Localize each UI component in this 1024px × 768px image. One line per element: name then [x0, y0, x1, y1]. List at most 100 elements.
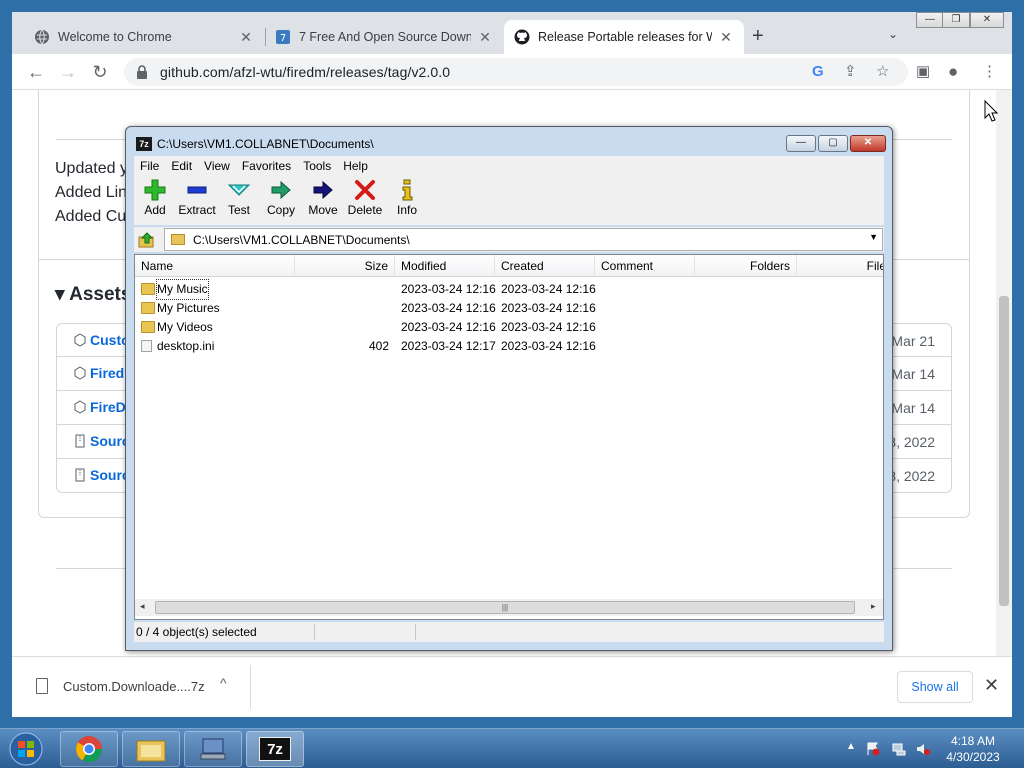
chrome-close-button[interactable]: ✕	[970, 12, 1004, 28]
browser-toolbar: ← → ↻ github.com/afzl-wtu/firedm/release…	[12, 54, 1012, 90]
forward-button[interactable]: →	[56, 60, 80, 84]
download-bar-close-icon[interactable]: ✕	[984, 675, 999, 696]
copy-label: Copy	[266, 203, 295, 217]
test-button[interactable]: Test	[216, 179, 262, 223]
chrome-menu-icon[interactable]: ⋮	[982, 64, 997, 80]
table-row[interactable]: My Videos 2023-03-24 12:16 2023-03-24 12…	[135, 318, 883, 337]
new-tab-button[interactable]: +	[752, 26, 764, 46]
column-folders[interactable]: Folders	[695, 255, 797, 277]
folder-icon	[141, 302, 155, 314]
bookmark-star-icon[interactable]: ☆	[876, 64, 889, 80]
menu-favorites[interactable]: Favorites	[236, 159, 297, 173]
file-list[interactable]: Name Size Modified Created Comment Folde…	[134, 254, 884, 620]
download-options-chevron-icon[interactable]: ^	[220, 675, 227, 691]
minimize-button[interactable]: —	[786, 135, 816, 152]
tab-search-icon[interactable]: ⌄	[888, 27, 898, 41]
scroll-left-icon[interactable]: ◂	[140, 601, 145, 612]
asset-link[interactable]: Sourc	[73, 433, 130, 449]
package-icon	[73, 333, 87, 347]
page-scrollbar[interactable]	[996, 90, 1012, 656]
download-item[interactable]: Custom.Downloade....7z	[63, 679, 205, 694]
column-files[interactable]: File	[797, 255, 883, 277]
release-note-line: Updated y	[55, 160, 128, 177]
assets-toggle-icon: ▾	[55, 284, 65, 305]
show-all-button[interactable]: Show all	[897, 671, 973, 703]
up-folder-icon[interactable]	[138, 231, 156, 249]
chrome-maximize-button[interactable]: ❐	[942, 12, 970, 28]
download-bar: Custom.Downloade....7z ^ Show all ✕	[12, 656, 1012, 717]
column-comment[interactable]: Comment	[595, 255, 695, 277]
tab-github-release[interactable]: Release Portable releases for Wi… ✕	[504, 20, 744, 54]
tab-close-icon[interactable]: ✕	[238, 29, 254, 46]
menu-edit[interactable]: Edit	[165, 159, 198, 173]
file-created: 2023-03-24 12:16	[501, 339, 596, 353]
delete-button[interactable]: Delete	[342, 179, 388, 223]
show-hidden-icons-icon[interactable]: ▲	[846, 741, 856, 752]
close-button[interactable]: ✕	[850, 135, 886, 152]
tab-close-icon[interactable]: ✕	[718, 29, 734, 46]
back-button[interactable]: ←	[24, 60, 48, 84]
taskbar-chrome[interactable]	[60, 731, 118, 767]
network-icon[interactable]	[892, 742, 906, 756]
menu-view[interactable]: View	[198, 159, 236, 173]
scrollbar-thumb[interactable]: |||	[155, 601, 855, 614]
taskbar-explorer[interactable]	[122, 731, 180, 767]
menu-file[interactable]: File	[134, 159, 165, 173]
start-button[interactable]	[6, 731, 46, 767]
move-button[interactable]: Move	[300, 179, 346, 223]
maximize-button[interactable]: ▢	[818, 135, 848, 152]
file-name: My Pictures	[157, 301, 220, 315]
status-text: 0 / 4 object(s) selected	[136, 625, 257, 639]
share-icon[interactable]: ⇪	[844, 64, 857, 80]
zip-file-icon	[73, 468, 87, 482]
taskbar: 7z ▲ 4:18 AM 4/30/2023	[0, 728, 1024, 768]
assets-heading[interactable]: ▾ Assets	[55, 283, 131, 306]
column-size[interactable]: Size	[295, 255, 395, 277]
add-button[interactable]: Add	[132, 179, 178, 223]
info-button[interactable]: Info	[384, 179, 430, 223]
table-row[interactable]: desktop.ini 402 2023-03-24 12:17 2023-03…	[135, 337, 883, 356]
address-bar[interactable]: github.com/afzl-wtu/firedm/releases/tag/…	[124, 58, 908, 86]
taskbar-7zip[interactable]: 7z	[246, 731, 304, 767]
taskbar-network-app[interactable]	[184, 731, 242, 767]
path-combobox[interactable]: C:\Users\VM1.COLLABNET\Documents\ ▼	[164, 228, 883, 251]
file-modified: 2023-03-24 12:16	[401, 320, 496, 334]
asset-link[interactable]: Sourc	[73, 467, 130, 483]
chrome-minimize-button[interactable]: —	[916, 12, 944, 28]
delete-label: Delete	[347, 203, 383, 217]
menu-tools[interactable]: Tools	[297, 159, 337, 173]
table-row[interactable]: My Music 2023-03-24 12:16 2023-03-24 12:…	[135, 279, 883, 300]
asset-link[interactable]: Custo	[73, 332, 130, 348]
volume-muted-icon[interactable]	[916, 742, 930, 756]
scrollbar-thumb[interactable]	[999, 296, 1009, 606]
horizontal-scrollbar[interactable]: ◂ ||| ▸	[135, 599, 883, 616]
release-note-line: Added Cu	[55, 208, 127, 225]
file-icon	[36, 678, 48, 694]
copy-button[interactable]: Copy	[258, 179, 304, 223]
clock-time: 4:18 AM	[950, 734, 996, 748]
file-size	[295, 280, 389, 299]
svg-text:7: 7	[280, 33, 286, 44]
package-icon	[73, 400, 87, 414]
asset-link[interactable]: Firedn	[73, 365, 133, 381]
extract-button[interactable]: Extract	[174, 179, 220, 223]
table-row[interactable]: My Pictures 2023-03-24 12:16 2023-03-24 …	[135, 299, 883, 318]
action-center-icon[interactable]	[866, 742, 880, 756]
google-lens-icon[interactable]: G	[812, 64, 824, 80]
release-note-line: Added Lin	[55, 184, 128, 201]
dropdown-arrow-icon[interactable]: ▼	[869, 232, 878, 242]
column-created[interactable]: Created	[495, 255, 595, 277]
tab-close-icon[interactable]: ✕	[477, 29, 493, 46]
scroll-right-icon[interactable]: ▸	[871, 601, 876, 612]
column-modified[interactable]: Modified	[395, 255, 495, 277]
file-modified: 2023-03-24 12:16	[401, 282, 496, 296]
reload-button[interactable]: ↻	[88, 60, 112, 84]
column-name[interactable]: Name	[135, 255, 295, 277]
system-clock[interactable]: 4:18 AM 4/30/2023	[940, 733, 1006, 765]
menu-help[interactable]: Help	[337, 159, 374, 173]
tab-7-free-downloaders[interactable]: 7 7 Free And Open Source Downlo… ✕	[265, 20, 503, 54]
profile-avatar-icon[interactable]: ●	[948, 63, 958, 80]
tab-welcome[interactable]: Welcome to Chrome ✕	[24, 20, 264, 54]
site-favicon-icon: 7	[275, 29, 291, 45]
side-panel-icon[interactable]: ▣	[916, 64, 930, 80]
